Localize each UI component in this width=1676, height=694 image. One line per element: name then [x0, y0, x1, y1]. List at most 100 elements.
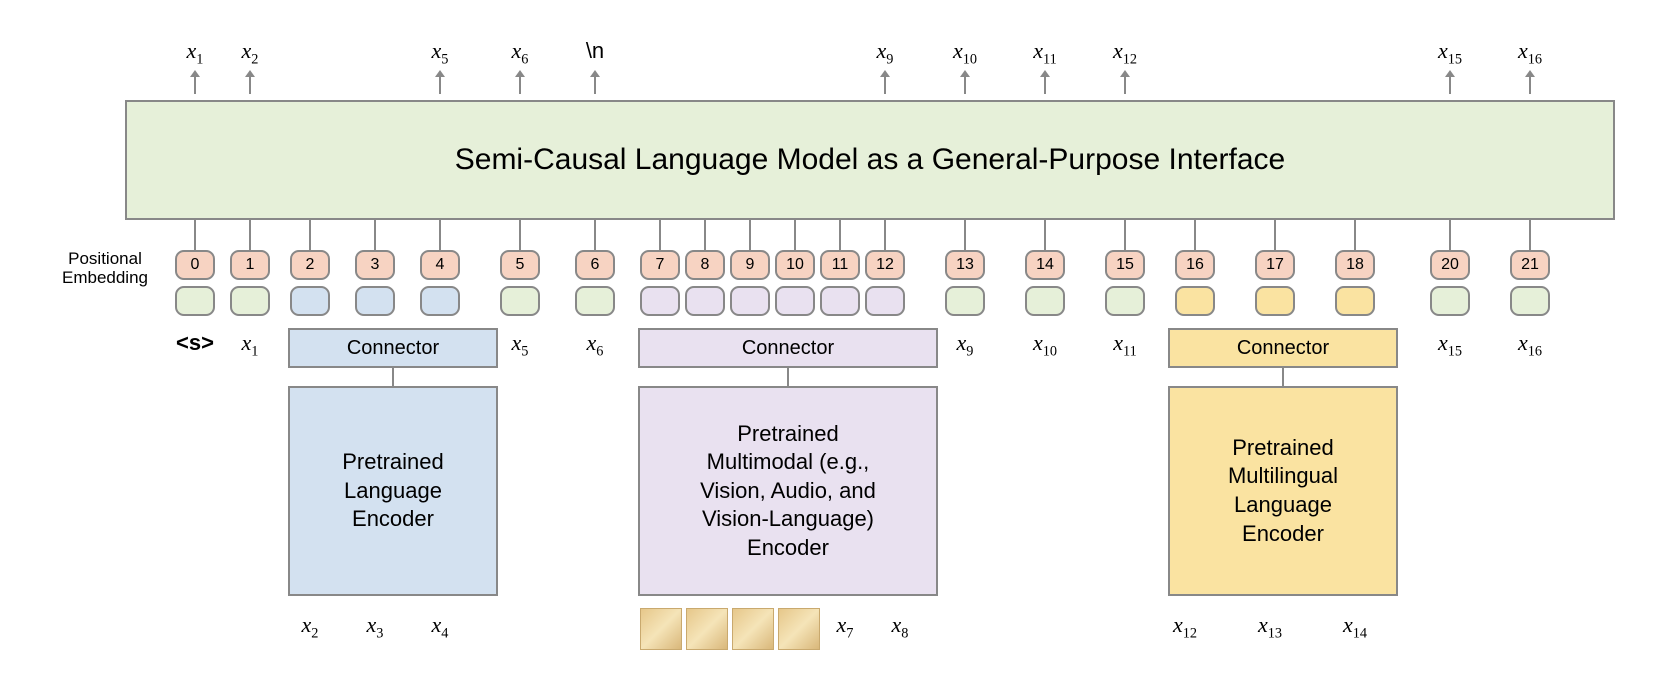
input-connector-line [1529, 220, 1531, 250]
token-embedding-pill [355, 286, 395, 316]
positional-embedding-pill: 11 [820, 250, 860, 280]
positional-embedding-pill: 5 [500, 250, 540, 280]
input-connector-line [1274, 220, 1276, 250]
positional-embedding-pill: 17 [1255, 250, 1295, 280]
output-arrow-icon [964, 76, 966, 94]
connector-line [392, 368, 394, 386]
output-token: x10 [945, 38, 985, 68]
output-token: x6 [500, 38, 540, 68]
positional-embedding-pill: 6 [575, 250, 615, 280]
encoder-input-token: x12 [1160, 612, 1210, 642]
token-embedding-pill [500, 286, 540, 316]
input-token: x9 [935, 330, 995, 360]
input-connector-line [704, 220, 706, 250]
input-connector-line [309, 220, 311, 250]
positional-embedding-pill: 1 [230, 250, 270, 280]
connector-line [1282, 368, 1284, 386]
token-embedding-pill [865, 286, 905, 316]
input-connector-line [594, 220, 596, 250]
input-connector-line [519, 220, 521, 250]
token-embedding-pill [1430, 286, 1470, 316]
input-connector-line [1194, 220, 1196, 250]
output-arrow-icon [1044, 76, 1046, 94]
image-thumbnail [732, 608, 774, 650]
positional-embedding-pill: 15 [1105, 250, 1145, 280]
token-embedding-pill [945, 286, 985, 316]
output-token: x16 [1510, 38, 1550, 68]
input-connector-line [1354, 220, 1356, 250]
connector-label: Connector [742, 337, 834, 360]
encoder-label: PretrainedLanguageEncoder [342, 448, 444, 534]
input-connector-line [964, 220, 966, 250]
connector-label: Connector [1237, 337, 1329, 360]
positional-embedding-pill: 20 [1430, 250, 1470, 280]
input-connector-line [249, 220, 251, 250]
architecture-diagram: Semi-Causal Language Model as a General-… [20, 20, 1656, 674]
image-thumbnail [778, 608, 820, 650]
output-arrow-icon [1449, 76, 1451, 94]
output-token: x11 [1025, 38, 1065, 68]
pretrained-multilingual-encoder: PretrainedMultilingualLanguageEncoder [1168, 386, 1398, 596]
output-arrow-icon [884, 76, 886, 94]
input-token: x5 [490, 330, 550, 360]
connector-language: Connector [288, 328, 498, 368]
encoder-input-token: x13 [1245, 612, 1295, 642]
image-thumbnail [640, 608, 682, 650]
connector-label: Connector [347, 337, 439, 360]
token-embedding-pill [230, 286, 270, 316]
positional-embedding-pill: 0 [175, 250, 215, 280]
encoder-label: PretrainedMultilingualLanguageEncoder [1228, 434, 1338, 548]
token-embedding-pill [1335, 286, 1375, 316]
positional-embedding-pill: 12 [865, 250, 905, 280]
positional-embedding-pill: 16 [1175, 250, 1215, 280]
connector-line [787, 368, 789, 386]
output-arrow-icon [1124, 76, 1126, 94]
input-token: x16 [1500, 330, 1560, 360]
input-connector-line [194, 220, 196, 250]
positional-embedding-pill: 7 [640, 250, 680, 280]
input-connector-line [1044, 220, 1046, 250]
input-connector-line [1124, 220, 1126, 250]
positional-embedding-pill: 18 [1335, 250, 1375, 280]
encoder-input-token: x7 [820, 612, 870, 642]
input-connector-line [749, 220, 751, 250]
positional-embedding-pill: 10 [775, 250, 815, 280]
input-connector-line [439, 220, 441, 250]
encoder-input-token: x14 [1330, 612, 1380, 642]
token-embedding-pill [175, 286, 215, 316]
positional-embedding-pill: 2 [290, 250, 330, 280]
connector-multilingual: Connector [1168, 328, 1398, 368]
token-embedding-pill [685, 286, 725, 316]
output-arrow-icon [1529, 76, 1531, 94]
encoder-input-token: x4 [415, 612, 465, 642]
encoder-input-token: x8 [875, 612, 925, 642]
token-embedding-pill [1175, 286, 1215, 316]
output-token: \n [575, 38, 615, 64]
positional-embedding-pill: 13 [945, 250, 985, 280]
input-token: x11 [1095, 330, 1155, 360]
positional-embedding-pill: 3 [355, 250, 395, 280]
input-connector-line [794, 220, 796, 250]
image-thumbnail [686, 608, 728, 650]
token-embedding-pill [1510, 286, 1550, 316]
input-token: x1 [220, 330, 280, 360]
output-arrow-icon [249, 76, 251, 94]
input-connector-line [659, 220, 661, 250]
positional-embedding-pill: 21 [1510, 250, 1550, 280]
output-arrow-icon [439, 76, 441, 94]
semi-causal-lm-box: Semi-Causal Language Model as a General-… [125, 100, 1615, 220]
main-box-title: Semi-Causal Language Model as a General-… [455, 143, 1285, 177]
connector-multimodal: Connector [638, 328, 938, 368]
output-token: x1 [175, 38, 215, 68]
encoder-input-token: x3 [350, 612, 400, 642]
output-token: x5 [420, 38, 460, 68]
output-arrow-icon [519, 76, 521, 94]
input-connector-line [884, 220, 886, 250]
positional-embedding-pill: 14 [1025, 250, 1065, 280]
output-arrow-icon [194, 76, 196, 94]
input-connector-line [839, 220, 841, 250]
output-token: x9 [865, 38, 905, 68]
input-token: <s> [165, 330, 225, 356]
token-embedding-pill [1255, 286, 1295, 316]
token-embedding-pill [575, 286, 615, 316]
